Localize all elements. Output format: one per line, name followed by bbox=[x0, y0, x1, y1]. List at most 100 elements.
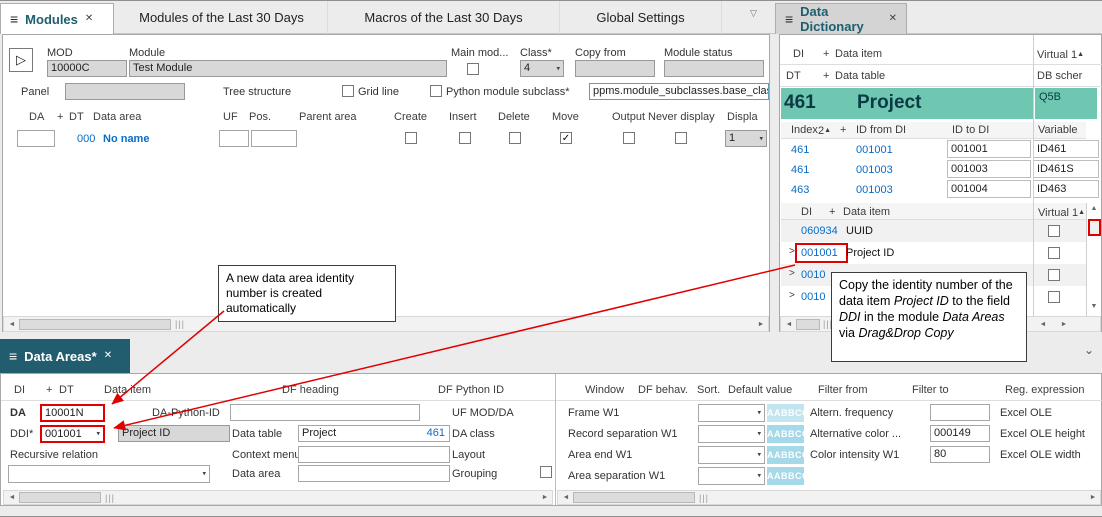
move-checkbox[interactable]: ✓ bbox=[560, 132, 572, 144]
run-module-button[interactable]: ▷ bbox=[9, 48, 33, 72]
scrollbar-thumb[interactable] bbox=[19, 319, 171, 330]
insert-checkbox[interactable] bbox=[459, 132, 471, 144]
virtual-checkbox[interactable] bbox=[1048, 269, 1060, 281]
scroll-left-icon[interactable]: ◄ bbox=[782, 319, 796, 331]
scroll-left-icon[interactable]: ◄ bbox=[5, 319, 19, 331]
menu-icon[interactable]: ≡ bbox=[10, 12, 18, 26]
frame-w1-label: Frame W1 bbox=[568, 407, 619, 420]
tab-data-areas[interactable]: ≡ Data Areas* ✕ bbox=[0, 339, 130, 373]
scroll-left-icon[interactable]: ◄ bbox=[559, 492, 573, 504]
output-checkbox[interactable] bbox=[623, 132, 635, 144]
scroll-up-icon[interactable]: ▲ bbox=[1087, 203, 1101, 215]
menu-icon[interactable]: ≡ bbox=[785, 12, 793, 26]
tab-modules-last-30-days[interactable]: Modules of the Last 30 Days bbox=[116, 1, 328, 34]
module-input[interactable]: Test Module bbox=[129, 60, 447, 77]
scroll-right-icon[interactable]: ► bbox=[1057, 319, 1071, 331]
main-mod-checkbox[interactable] bbox=[467, 63, 479, 75]
scroll-right-icon[interactable]: ► bbox=[754, 319, 768, 331]
scrollbar-thumb-highlighted[interactable] bbox=[1088, 219, 1101, 236]
close-icon[interactable]: ✕ bbox=[104, 351, 112, 361]
add-icon[interactable]: + bbox=[840, 124, 846, 137]
scroll-right-icon[interactable]: ► bbox=[538, 492, 552, 504]
splitter-grip[interactable]: ||| bbox=[699, 492, 709, 504]
add-icon[interactable]: + bbox=[829, 206, 835, 219]
create-checkbox[interactable] bbox=[405, 132, 417, 144]
scrollbar-thumb[interactable] bbox=[796, 319, 820, 330]
expand-icon[interactable]: > bbox=[789, 290, 795, 302]
splitter-grip[interactable]: ||| bbox=[105, 492, 115, 504]
scrollbar-thumb[interactable] bbox=[573, 492, 695, 503]
col-di: DI bbox=[14, 384, 25, 397]
color-intensity-input[interactable]: 80 bbox=[930, 446, 990, 463]
mod-input[interactable]: 10000C bbox=[47, 60, 127, 77]
highlight-box-item-id bbox=[795, 243, 848, 263]
expand-icon[interactable]: > bbox=[789, 246, 795, 258]
virtual-checkbox[interactable] bbox=[1048, 291, 1060, 303]
link-id-to-cell[interactable]: 001003 bbox=[947, 160, 1031, 178]
area-end-select[interactable]: ▾ bbox=[698, 446, 765, 464]
context-menu-input[interactable] bbox=[298, 446, 450, 463]
tab-modules[interactable]: ≡ Modules ✕ bbox=[0, 3, 114, 34]
data-areas-left-hscrollbar[interactable]: ◄ ||| ► bbox=[3, 490, 553, 505]
grid-line-checkbox[interactable] bbox=[342, 85, 354, 97]
pos-cell-input[interactable] bbox=[251, 130, 297, 147]
frame-w1-select[interactable]: ▾ bbox=[698, 404, 765, 422]
frame-color-swatch[interactable]: AABBCC bbox=[767, 404, 804, 422]
data-area-input[interactable] bbox=[298, 465, 450, 482]
virtual-checkbox[interactable] bbox=[1048, 225, 1060, 237]
tab-overflow-icon[interactable]: ▽ bbox=[750, 8, 757, 19]
add-icon[interactable]: + bbox=[46, 384, 52, 397]
link-variable-cell[interactable]: ID461S bbox=[1033, 160, 1099, 178]
python-subclass-input[interactable]: ppms.module_subclasses.base_clas bbox=[589, 83, 769, 100]
data-areas-right-hscrollbar[interactable]: ◄ ||| ► bbox=[557, 490, 1101, 505]
add-icon[interactable]: + bbox=[823, 48, 829, 61]
expand-icon[interactable]: > bbox=[789, 268, 795, 280]
close-icon[interactable]: ✕ bbox=[889, 14, 897, 24]
menu-icon[interactable]: ≡ bbox=[9, 349, 17, 363]
tab-global-settings[interactable]: Global Settings bbox=[560, 1, 722, 34]
add-icon[interactable]: + bbox=[57, 111, 63, 124]
df-heading-input[interactable] bbox=[230, 404, 420, 421]
da-cell-input[interactable] bbox=[17, 130, 55, 147]
uf-cell-input[interactable] bbox=[219, 130, 249, 147]
link-variable-cell[interactable]: ID461 bbox=[1033, 140, 1099, 158]
module-status-input[interactable] bbox=[664, 60, 764, 77]
recursive-relation-select[interactable]: ▾ bbox=[8, 465, 210, 483]
class-select[interactable]: 4 ▾ bbox=[520, 60, 564, 77]
link-id-to-cell[interactable]: 001004 bbox=[947, 180, 1031, 198]
da-input[interactable]: 10001N bbox=[40, 404, 105, 422]
data-table-input[interactable]: Project 461 bbox=[298, 425, 450, 442]
collapse-panel-icon[interactable]: ⌄ bbox=[1084, 343, 1094, 357]
record-separation-color-swatch[interactable]: AABBCC bbox=[767, 425, 804, 443]
scroll-right-icon[interactable]: ► bbox=[1086, 492, 1100, 504]
tab-macros-last-30-days[interactable]: Macros of the Last 30 Days bbox=[328, 1, 560, 34]
panel-input[interactable] bbox=[65, 83, 185, 100]
grouping-checkbox[interactable] bbox=[540, 466, 552, 478]
copy-from-input[interactable] bbox=[575, 60, 655, 77]
altern-frequency-input[interactable] bbox=[930, 404, 990, 421]
virtual-checkbox[interactable] bbox=[1048, 247, 1060, 259]
ddi-select[interactable]: 001001 ▾ bbox=[40, 425, 105, 443]
python-subclass-checkbox[interactable] bbox=[430, 85, 442, 97]
row-data-area-name[interactable]: No name bbox=[103, 133, 149, 146]
tab-data-dictionary[interactable]: ≡ Data Dictionary ✕ bbox=[775, 3, 907, 34]
area-end-color-swatch[interactable]: AABBCC bbox=[767, 446, 804, 464]
scrollbar-thumb[interactable] bbox=[19, 492, 101, 503]
scroll-left-icon[interactable]: ◄ bbox=[1036, 319, 1050, 331]
close-icon[interactable]: ✕ bbox=[85, 14, 93, 24]
scroll-left-icon[interactable]: ◄ bbox=[5, 492, 19, 504]
splitter-grip[interactable]: ||| bbox=[175, 318, 185, 330]
link-id-to-cell[interactable]: 001001 bbox=[947, 140, 1031, 158]
row-dt-value[interactable]: 000 bbox=[77, 133, 95, 146]
area-separation-color-swatch[interactable]: AABBCC bbox=[767, 467, 804, 485]
add-icon[interactable]: + bbox=[823, 70, 829, 83]
alternative-color-input[interactable]: 000149 bbox=[930, 425, 990, 442]
area-separation-select[interactable]: ▾ bbox=[698, 467, 765, 485]
never-display-checkbox[interactable] bbox=[675, 132, 687, 144]
link-variable-cell[interactable]: ID463 bbox=[1033, 180, 1099, 198]
record-separation-select[interactable]: ▾ bbox=[698, 425, 765, 443]
delete-checkbox[interactable] bbox=[509, 132, 521, 144]
display-select[interactable]: 1 ▾ bbox=[725, 130, 767, 147]
selected-table-row[interactable]: 461 Project bbox=[781, 88, 1033, 119]
scroll-down-icon[interactable]: ▼ bbox=[1087, 301, 1101, 313]
